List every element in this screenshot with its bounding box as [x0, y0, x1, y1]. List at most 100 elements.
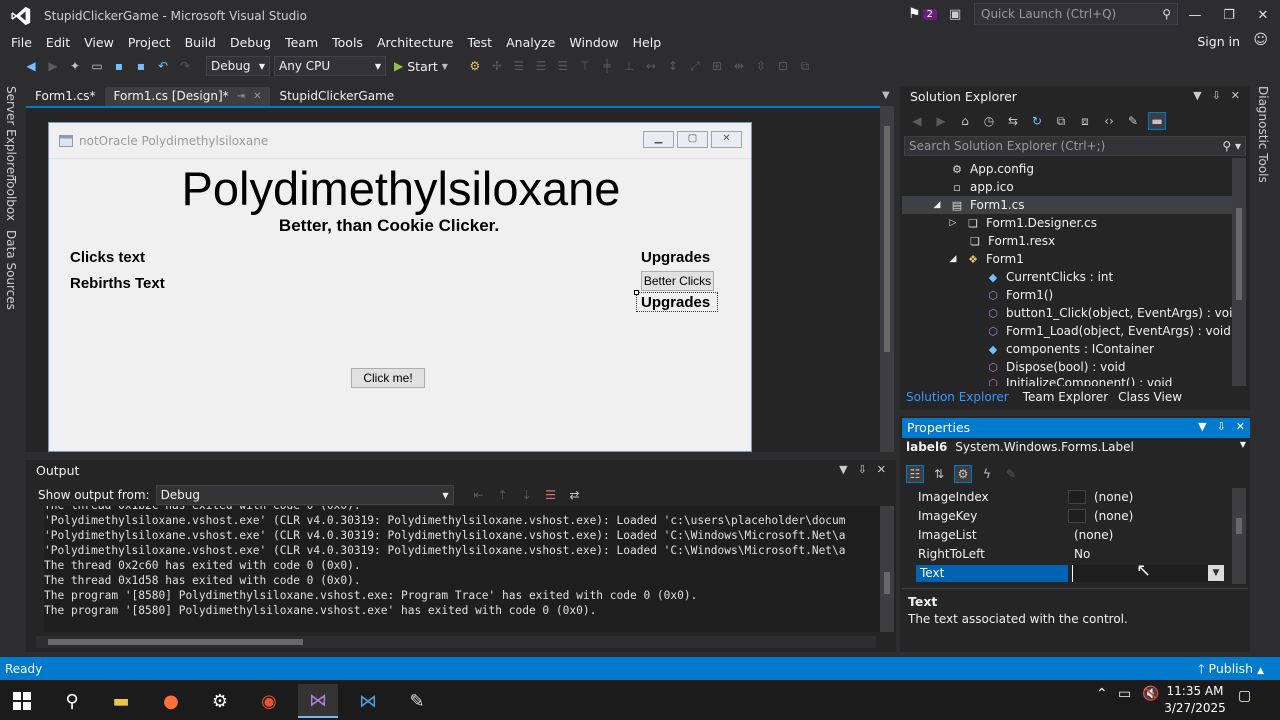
undo-icon[interactable]: ↶ — [154, 57, 172, 75]
upgrades-label-2[interactable]: Upgrades — [641, 294, 710, 311]
menu-file[interactable]: File — [4, 35, 39, 50]
tab-team-explorer[interactable]: Team Explorer — [1023, 390, 1109, 408]
menu-test[interactable]: Test — [460, 35, 499, 50]
expand-down-icon[interactable]: ◢ — [930, 198, 944, 212]
tree-item-form1-cs[interactable]: ◢ ▤ Form1.cs — [902, 196, 1232, 214]
events-icon[interactable]: ϟ — [978, 465, 996, 483]
word-wrap-icon[interactable]: ⇄ — [566, 486, 584, 504]
data-sources-tab[interactable]: Data Sources — [4, 230, 18, 310]
scrollbar-thumb[interactable] — [48, 639, 303, 645]
code-editor-taskbar-icon[interactable]: ⋈ — [348, 684, 388, 718]
menu-edit[interactable]: Edit — [39, 35, 77, 50]
search-icon[interactable]: ⚲ — [52, 684, 92, 718]
tab-overflow-icon[interactable]: ▼ — [882, 90, 890, 101]
menu-debug[interactable]: Debug — [223, 35, 278, 50]
server-explorer-tab[interactable]: Server Explorer — [4, 86, 18, 179]
feedback-icon[interactable]: ▣ — [949, 7, 961, 22]
tree-item-form1-designer[interactable]: ▷ ❏ Form1.Designer.cs — [946, 214, 1097, 232]
menu-build[interactable]: Build — [178, 35, 223, 50]
save-icon[interactable]: ▪ — [110, 57, 128, 75]
menu-project[interactable]: Project — [121, 35, 178, 50]
toolbox-tab[interactable]: Toolbox — [4, 176, 18, 221]
properties-wrench-icon[interactable]: ✎ — [1124, 112, 1142, 130]
preview-icon[interactable]: ▬ — [1148, 112, 1166, 130]
forward-icon[interactable]: ▶ — [44, 57, 62, 75]
tab-class-view[interactable]: Class View — [1118, 390, 1182, 408]
history-icon[interactable]: ◷ — [980, 112, 998, 130]
notification-center-icon[interactable]: ▢ — [1238, 688, 1251, 704]
align-top-icon[interactable]: ⊤ — [576, 57, 594, 75]
back-icon[interactable]: ◀ — [908, 112, 926, 130]
redo-icon[interactable]: ↷ — [176, 57, 194, 75]
sync-icon[interactable]: ⇆ — [1004, 112, 1022, 130]
align-left-icon[interactable]: ☰ — [510, 57, 528, 75]
prev-message-icon[interactable]: ⇡ — [494, 486, 512, 504]
bring-front-icon[interactable]: ⧉ — [796, 57, 814, 75]
center-icon[interactable]: ⊡ — [774, 57, 792, 75]
output-text-area[interactable]: The thread 0x1b2c has exited with code 0… — [44, 506, 880, 632]
properties-object-select[interactable]: label6 System.Windows.Forms.Label ▼ — [906, 440, 1246, 454]
alphabetical-icon[interactable]: ⇅ — [930, 465, 948, 483]
close-tab-icon[interactable]: ✕ — [253, 91, 261, 102]
clear-all-icon[interactable]: ☰ — [542, 486, 560, 504]
scrollbar-thumb[interactable] — [884, 572, 890, 594]
scrollbar-thumb[interactable] — [1236, 208, 1242, 300]
windows-start-icon[interactable] — [2, 684, 42, 718]
solution-explorer-search-input[interactable]: Search Solution Explorer (Ctrl+;) ⚲ ▾ — [904, 136, 1246, 156]
close-icon[interactable]: ✕ — [1231, 89, 1240, 103]
taskbar-clock[interactable]: 11:35 AM 3/27/2025 — [1164, 683, 1226, 717]
tree-item-member[interactable]: ⬡ Form1() — [986, 286, 1053, 304]
pin-icon[interactable]: ⇩ — [1212, 89, 1221, 103]
tree-item-member[interactable]: ⬡ button1_Click(object, EventArgs) : voi… — [986, 304, 1240, 322]
restore-button[interactable]: ❐ — [1212, 0, 1246, 30]
quick-launch-input[interactable]: Quick Launch (Ctrl+Q) ⚲ — [974, 3, 1178, 25]
view-code-icon[interactable]: ‹› — [1100, 112, 1118, 130]
brave-browser-icon[interactable]: ◉ — [249, 684, 289, 718]
grid-icon[interactable]: ⊞ — [708, 57, 726, 75]
rebirths-label[interactable]: Rebirths Text — [70, 275, 165, 292]
pin-icon[interactable]: ⇩ — [858, 463, 867, 477]
solution-explorer-scrollbar[interactable] — [1232, 158, 1246, 386]
property-row-imagelist[interactable]: ImageList (none) — [918, 526, 1113, 544]
property-row-text[interactable]: Text ▼ — [916, 564, 1224, 582]
pin-icon[interactable]: ⇥ — [237, 91, 245, 102]
property-row-imagekey[interactable]: ImageKey (none) — [918, 507, 1133, 525]
layout-icon[interactable]: ✢ — [488, 57, 506, 75]
subheading-label[interactable]: Better, than Cookie Clicker. — [49, 216, 729, 236]
tab-form1-design[interactable]: Form1.cs [Design]* ⇥ ✕ — [104, 87, 271, 106]
settings-gear-icon[interactable]: ⚙ — [200, 684, 240, 718]
menu-architecture[interactable]: Architecture — [370, 35, 461, 50]
minimize-button[interactable]: — — [1178, 0, 1212, 30]
property-row-imageindex[interactable]: ImageIndex (none) — [918, 488, 1133, 506]
expand-right-icon[interactable]: ▷ — [946, 216, 960, 230]
notifications[interactable]: ⚑ 2 ▣ — [908, 6, 961, 22]
dropdown-icon[interactable]: ▼ — [839, 463, 847, 477]
close-button[interactable]: ✕ — [1246, 0, 1280, 30]
designer-vertical-scrollbar[interactable] — [880, 106, 894, 452]
home-icon[interactable]: ⌂ — [956, 112, 974, 130]
forward-icon[interactable]: ▶ — [932, 112, 950, 130]
dropdown-icon[interactable]: ▼ — [1193, 89, 1201, 103]
spacing-vertical-icon[interactable]: ⇳ — [752, 57, 770, 75]
menu-help[interactable]: Help — [626, 35, 669, 50]
output-source-select[interactable]: Debug ▼ — [155, 485, 454, 505]
tree-item-form1-class[interactable]: ◢ ❖ Form1 — [946, 250, 1024, 268]
output-vertical-scrollbar[interactable] — [880, 506, 894, 632]
find-icon[interactable]: ⚙ — [466, 57, 484, 75]
properties-view-icon[interactable]: ⚙ — [954, 465, 972, 483]
open-file-icon[interactable]: ▭ — [88, 57, 106, 75]
refresh-icon[interactable]: ↻ — [1028, 112, 1046, 130]
menu-window[interactable]: Window — [562, 35, 625, 50]
click-me-button[interactable]: Click me! — [351, 368, 425, 388]
property-pages-icon[interactable]: ✎ — [1002, 465, 1020, 483]
close-icon[interactable]: ✕ — [1236, 420, 1245, 436]
same-height-icon[interactable]: ↕ — [664, 57, 682, 75]
tab-solution-explorer[interactable]: Solution Explorer — [902, 390, 1013, 408]
menu-view[interactable]: View — [77, 35, 121, 50]
gimp-icon[interactable]: ✎ — [397, 684, 437, 718]
tree-item-app-ico[interactable]: ▫ app.ico — [950, 178, 1013, 196]
volume-muted-icon[interactable]: 🔇 — [1142, 686, 1159, 702]
solution-config-select[interactable]: Debug ▼ — [206, 56, 270, 76]
align-center-icon[interactable]: ☰ — [532, 57, 550, 75]
diagnostic-tools-tab[interactable]: Diagnostic Tools — [1256, 86, 1270, 183]
